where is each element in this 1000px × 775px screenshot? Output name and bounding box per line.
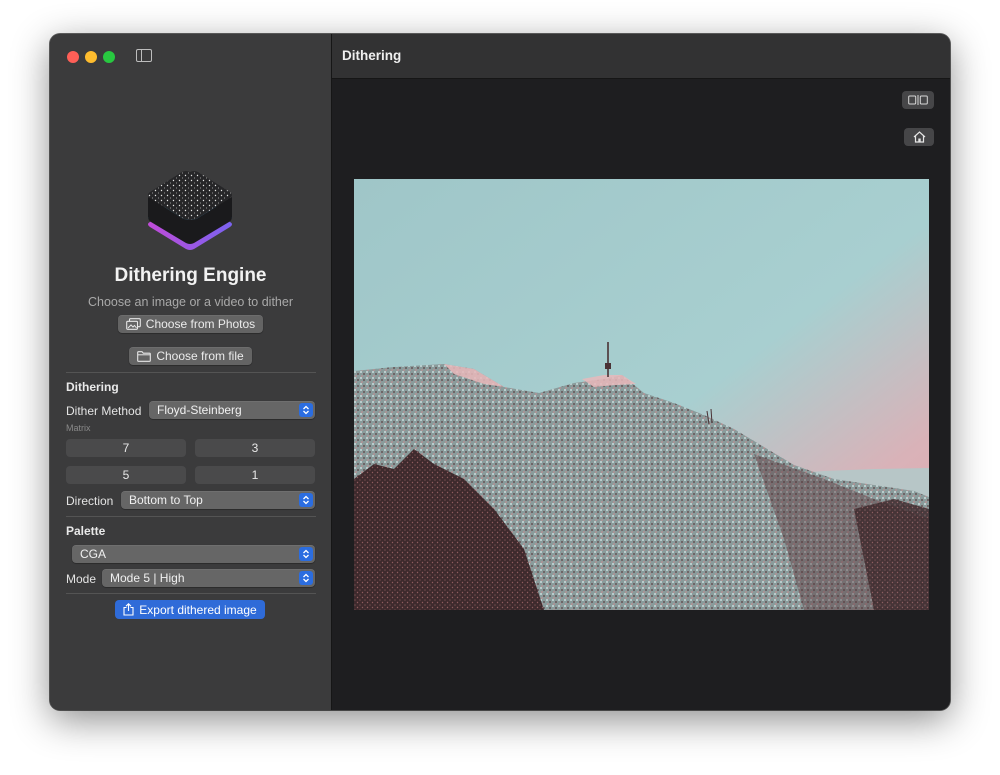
dither-method-select[interactable]: Floyd-Steinberg — [149, 401, 315, 419]
minimize-window-button[interactable] — [85, 51, 97, 63]
window-title: Dithering — [342, 48, 402, 63]
split-compare-button[interactable] — [902, 91, 934, 109]
dither-method-label: Dither Method — [66, 404, 142, 418]
dithered-image-preview — [354, 179, 929, 610]
photo-stack-icon — [125, 318, 141, 330]
preview-area — [332, 79, 950, 710]
dithering-section-title: Dithering — [66, 380, 119, 394]
app-window: Dithering Engine Choose an image or a vi… — [50, 34, 950, 710]
folder-icon — [137, 350, 152, 362]
palette-section-title: Palette — [66, 524, 106, 538]
zoom-window-button[interactable] — [103, 51, 115, 63]
matrix-label: Matrix — [66, 423, 91, 433]
chevron-updown-icon — [299, 547, 313, 561]
matrix-cell[interactable]: 3 — [195, 439, 315, 457]
split-compare-icon — [908, 95, 928, 105]
divider — [66, 593, 316, 594]
app-title: Dithering Engine — [114, 265, 267, 286]
home-button[interactable] — [904, 128, 934, 146]
matrix-cell[interactable]: 7 — [66, 439, 186, 457]
choose-from-file-label: Choose from file — [156, 349, 244, 363]
divider — [66, 372, 316, 373]
divider — [66, 516, 316, 517]
palette-value: CGA — [80, 547, 107, 561]
mode-label: Mode — [66, 572, 97, 586]
sidebar-toggle-icon[interactable] — [136, 49, 152, 62]
choose-from-photos-button[interactable]: Choose from Photos — [118, 315, 263, 333]
export-label: Export dithered image — [139, 602, 257, 617]
choose-from-file-button[interactable]: Choose from file — [129, 347, 252, 365]
mode-value: Mode 5 | High — [110, 571, 185, 585]
choose-from-photos-label: Choose from Photos — [145, 317, 256, 331]
mode-select[interactable]: Mode 5 | High — [102, 569, 315, 587]
export-dithered-image-button[interactable]: Export dithered image — [115, 600, 265, 619]
dither-method-value: Floyd-Steinberg — [157, 403, 242, 417]
direction-select[interactable]: Bottom to Top — [121, 491, 315, 509]
title-bar: Dithering — [332, 34, 950, 79]
palette-select[interactable]: CGA — [72, 545, 315, 563]
matrix-cell[interactable]: 5 — [66, 466, 186, 484]
matrix-cell[interactable]: 1 — [195, 466, 315, 484]
close-window-button[interactable] — [67, 51, 79, 63]
direction-label: Direction — [66, 494, 114, 508]
chevron-updown-icon — [299, 493, 313, 507]
house-icon — [913, 131, 925, 143]
chevron-updown-icon — [299, 403, 313, 417]
share-icon — [123, 603, 134, 616]
direction-value: Bottom to Top — [129, 493, 203, 507]
sidebar: Dithering Engine Choose an image or a vi… — [50, 34, 332, 710]
app-logo-icon — [148, 171, 232, 250]
app-subtitle: Choose an image or a video to dither — [88, 295, 293, 309]
chevron-updown-icon — [299, 571, 313, 585]
